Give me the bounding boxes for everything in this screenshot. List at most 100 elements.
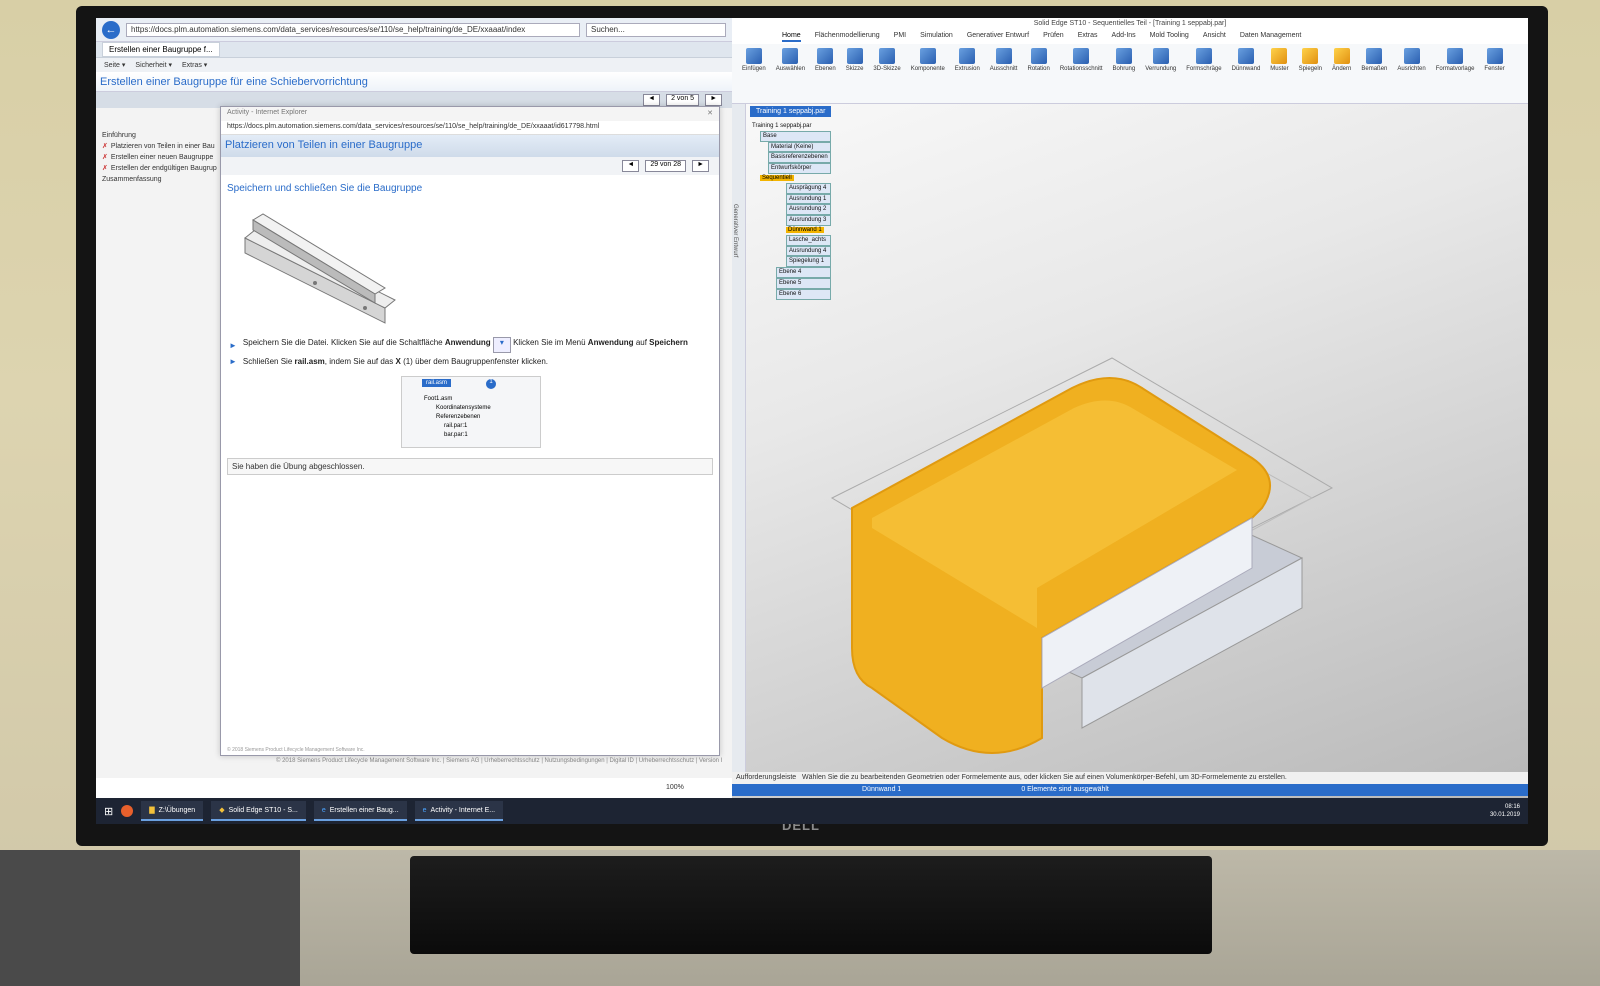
tree-node[interactable]: Lasche_achts [786,234,831,246]
taskbar-item[interactable]: e Activity - Internet E... [414,801,504,821]
search-input[interactable]: Suchen... [586,22,726,37]
popup-footer: © 2018 Siemens Product Lifecycle Managem… [227,747,365,753]
next-button[interactable]: ► [692,160,709,172]
ribbon-button[interactable]: Spiegeln [1299,48,1322,99]
toc-item[interactable]: ✗ Erstellen der endgültigen Baugrup [102,163,222,174]
document-tab[interactable]: Training 1 seppabj.par [750,106,832,117]
tab[interactable]: Ansicht [1203,32,1226,42]
tab[interactable]: Simulation [920,32,953,42]
step-counter: 29 von 28 [645,160,687,172]
ribbon-button[interactable]: Dünnwand [1232,48,1260,99]
ribbon-button[interactable]: Rotationsschnitt [1060,48,1103,99]
prev-button[interactable]: ◄ [622,160,640,172]
ribbon-button[interactable]: Ebenen [815,48,836,99]
toc-item[interactable]: ✗ Erstellen einer neuen Baugruppe [102,152,222,163]
tab-home[interactable]: Home [782,32,801,42]
tree-item: rail.par:1 [444,423,468,429]
prev-button[interactable]: ◄ [643,94,661,106]
tree-node[interactable]: Entwurfskörper [768,163,831,174]
prompt-text: Wählen Sie die zu bearbeitenden Geometri… [802,774,1287,781]
ribbon-button[interactable]: Verrundung [1145,48,1176,99]
tree-node-active[interactable]: Dünnwand 1 [786,226,824,233]
status-selection: 0 Elemente sind ausgewählt [1021,786,1109,793]
ribbon-button[interactable]: Ausrichten [1397,48,1426,99]
ribbon-button[interactable]: 3D-Skizze [873,48,901,99]
tree-node[interactable]: Basisreferenzebenen [768,152,831,164]
tree-node[interactable]: Ebene 4 [776,267,831,278]
tree-node[interactable]: Ausrundung 1 [786,193,831,205]
tree-node[interactable]: Base [760,130,831,142]
prompt-label: Aufforderungsleiste [736,774,797,781]
mirror-icon [1302,48,1319,64]
tab[interactable]: Extras [1078,32,1098,42]
screen: ← https://docs.plm.automation.siemens.co… [96,18,1528,824]
ribbon-button[interactable]: Skizze [846,48,863,99]
ribbon-button[interactable]: Rotation [1027,48,1050,99]
extrude-icon [959,48,976,64]
ribbon-button[interactable]: Muster [1270,48,1289,99]
clock[interactable]: 08:16 30.01.2019 [1490,803,1520,819]
tab[interactable]: Mold Tooling [1150,32,1189,42]
ribbon-button[interactable]: Einfügen [742,48,766,99]
ribbon-button[interactable]: Auswählen [776,48,805,99]
tab[interactable]: Add-Ins [1112,32,1136,42]
3d-model-viewport[interactable] [812,298,1432,778]
tree-node[interactable]: Ebene 5 [776,277,831,289]
ribbon-button[interactable]: Formschräge [1186,48,1222,99]
tab[interactable]: PMI [894,32,906,42]
next-button[interactable]: ► [705,94,722,106]
monitor-stand [410,856,1212,954]
tab[interactable]: Flächenmodellierung [815,32,880,42]
back-arrow-icon[interactable]: ← [102,20,120,39]
ribbon-button[interactable]: Fenster [1484,48,1505,99]
cutout-icon [995,48,1012,64]
browser-tab[interactable]: Erstellen einer Baugruppe f... [102,42,220,57]
tree-node[interactable]: Spiegelung 1 [786,256,831,268]
firefox-icon[interactable] [121,805,134,817]
tree-node[interactable]: Ausrundung 4 [786,245,831,257]
tab[interactable]: Daten Management [1240,32,1301,42]
ribbon-button[interactable]: Bohrung [1113,48,1135,99]
tab[interactable]: Generativer Entwurf [967,32,1029,42]
3d-sketch-icon [879,48,896,64]
app-button-icon[interactable]: ▾ [492,337,511,353]
cmd-security[interactable]: Sicherheit ▾ [135,61,172,69]
tab[interactable]: Prüfen [1043,32,1064,42]
ribbon-button[interactable]: Extrusion [955,48,980,99]
taskbar-item[interactable]: ◆ Solid Edge ST10 - S... [211,801,306,821]
ribbon-button[interactable]: Formatvorlage [1436,48,1474,99]
ribbon-button[interactable]: Ausschnitt [990,48,1017,99]
tree-node[interactable]: Material (Keine) [768,141,831,153]
windows-start-icon[interactable]: ⊞ [104,805,113,818]
zoom-level[interactable]: 100% [666,784,684,791]
tree-node-selected[interactable]: Sequentiell [760,174,794,181]
taskbar-item[interactable]: e Erstellen einer Baug... [313,801,407,821]
page-title: Erstellen einer Baugruppe für eine Schie… [96,72,732,92]
tree-item: Koordinatensysteme [436,405,491,411]
tree-node[interactable]: Ausprägung 4 [786,182,831,194]
page-footer: © 2018 Siemens Product Lifecycle Managem… [276,758,723,764]
taskbar-item[interactable]: ▇ Z:\Übungen [141,801,204,821]
cmd-extras[interactable]: Extras ▾ [182,61,207,69]
ribbon-button[interactable]: Ändern [1332,48,1351,99]
tree-node[interactable]: Ausrundung 2 [786,204,831,216]
tree-node[interactable]: Ausrundung 3 [786,215,831,226]
close-icon[interactable]: ✕ [707,109,713,119]
solid-edge-window: Solid Edge ST10 - Sequentielles Teil - [… [732,18,1528,798]
pathfinder-tree: Training 1 seppabj.par Base Material (Ke… [752,122,831,300]
side-label[interactable]: Generativer Entwurf [732,204,738,257]
activity-popup: Activity - Internet Explorer ✕ https://do… [220,106,720,756]
url-input[interactable]: https://docs.plm.automation.siemens.com/… [126,22,580,37]
toc-item[interactable]: ✗ Platzieren von Teilen in einer Bau [102,141,222,152]
cmd-page[interactable]: Seite ▾ [104,61,125,69]
ie-icon: e [422,806,427,814]
ribbon-button[interactable]: Komponente [911,48,945,99]
toc-item[interactable]: Zusammenfassung [102,174,222,185]
tree-root[interactable]: Training 1 seppabj.par [752,122,831,131]
revolve-cut-icon [1073,48,1090,64]
ie-address-bar: ← https://docs.plm.automation.siemens.co… [96,18,732,42]
draft-icon [1195,48,1212,64]
hole-icon [1115,48,1132,64]
ribbon-button[interactable]: Bemaßen [1361,48,1387,99]
toc-item[interactable]: Einführung [102,130,222,141]
